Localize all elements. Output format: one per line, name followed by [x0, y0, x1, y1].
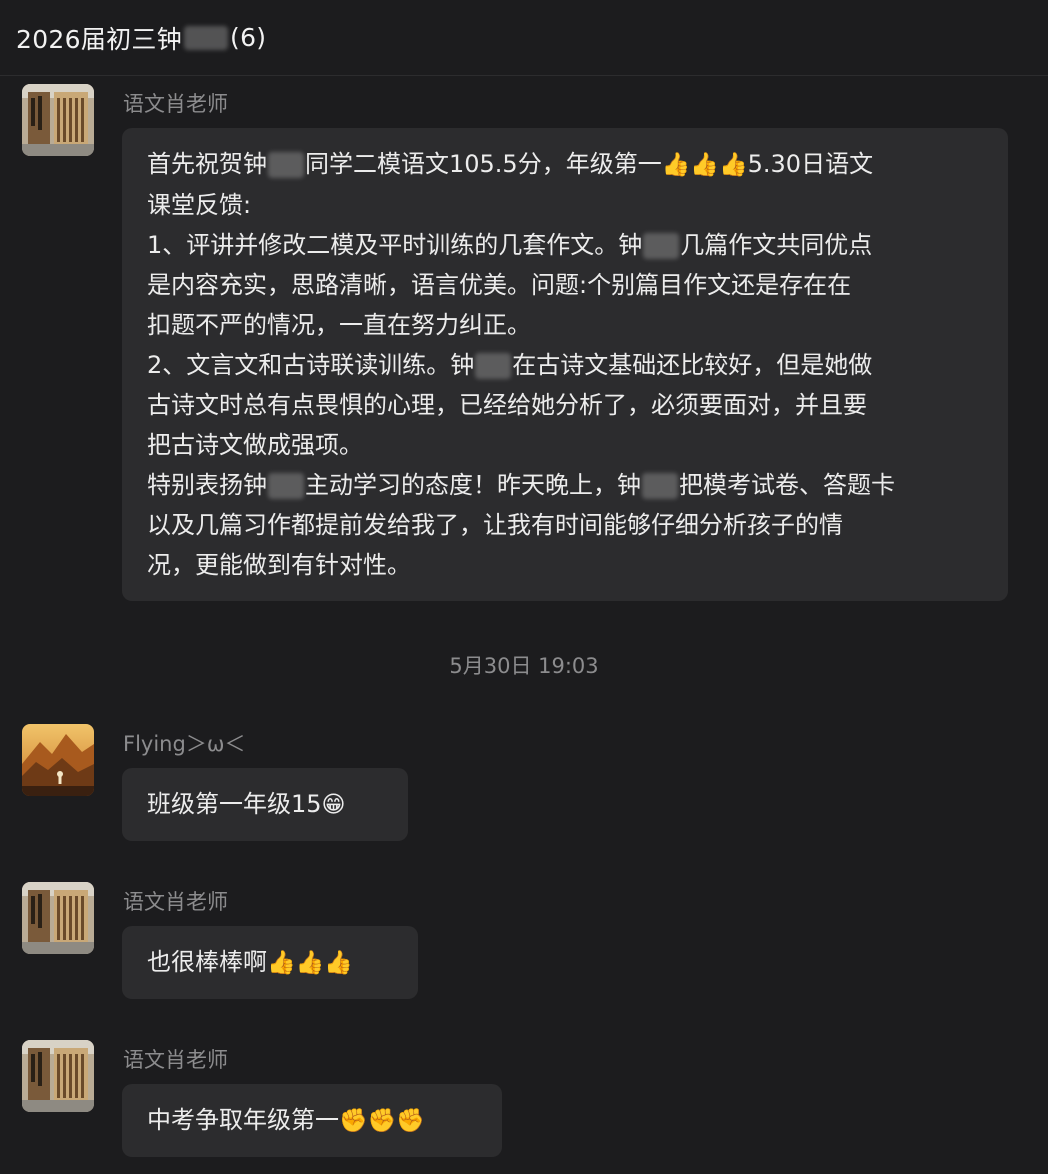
redacted-name	[184, 25, 229, 50]
message-line: 是内容充实，思路清晰，语言优美。问题:个别篇目作文还是存在在	[147, 271, 852, 299]
sender-name: 语文肖老师	[123, 92, 228, 116]
thumbs-up-emoji: 👍👍👍	[267, 950, 353, 976]
redacted-name	[268, 152, 304, 178]
avatar-teacher[interactable]	[22, 1040, 94, 1112]
message-line: 古诗文时总有点畏惧的心理，已经给她分析了，必须要面对，并且要	[147, 391, 867, 419]
text-segment: 把模考试卷、答题卡	[679, 471, 895, 499]
sender-name: 语文肖老师	[123, 1048, 228, 1072]
sender-name: Flying＞ω＜	[123, 732, 246, 756]
message-bubble[interactable]: 班级第一年级15😁	[122, 768, 408, 841]
chat-title-suffix: (6)	[230, 23, 267, 52]
avatar-teacher[interactable]	[22, 84, 94, 156]
redacted-name	[268, 473, 304, 499]
message-line: 以及几篇习作都提前发给我了，让我有时间能够仔细分析孩子的情	[147, 511, 843, 539]
raised-fist-emoji: ✊✊✊	[339, 1108, 425, 1134]
message-line: 课堂反馈:	[147, 191, 252, 219]
message-text: 班级第一年级15	[147, 790, 322, 818]
message-bubble[interactable]: 首先祝贺钟 同学二模语文105.5分，年级第一👍👍👍5.30日语文 课堂反馈: 1…	[122, 128, 1008, 601]
text-segment: 主动学习的态度！昨天晚上，钟	[305, 471, 641, 499]
text-segment: 首先祝贺钟	[147, 150, 267, 178]
message-bubble[interactable]: 中考争取年级第一✊✊✊	[122, 1084, 502, 1157]
avatar-teacher[interactable]	[22, 882, 94, 954]
timestamp-divider: 5月30日 19:03	[449, 654, 599, 678]
message-line: 2、文言文和古诗联读训练。钟 在古诗文基础还比较好，但是她做	[147, 345, 983, 385]
redacted-name	[642, 473, 678, 499]
chat-header: 2026届初三钟 (6)	[0, 0, 1048, 76]
chat-title-prefix: 2026届初三钟	[16, 24, 183, 54]
avatar-flying[interactable]	[22, 724, 94, 796]
redacted-name	[643, 233, 680, 259]
text-segment: 2、文言文和古诗联读训练。钟	[147, 351, 475, 379]
redacted-name	[475, 353, 512, 379]
thumbs-up-emoji: 👍👍👍	[661, 152, 748, 178]
text-segment: 同学二模语文105.5分，年级第一	[305, 150, 662, 178]
message-line: 1、评讲并修改二模及平时训练的几套作文。钟 几篇作文共同优点	[147, 225, 983, 265]
message-line: 况，更能做到有针对性。	[147, 551, 411, 579]
message-line: 特别表扬钟 主动学习的态度！昨天晚上，钟 把模考试卷、答题卡	[147, 465, 983, 505]
message-text: 也很棒棒啊	[147, 948, 267, 976]
message-line: 扣题不严的情况，一直在努力纠正。	[147, 311, 531, 339]
text-segment: 5.30日语文	[747, 150, 874, 178]
grin-emoji: 😁	[321, 792, 346, 818]
chat-title[interactable]: 2026届初三钟 (6)	[16, 20, 266, 56]
text-segment: 在古诗文基础还比较好，但是她做	[512, 351, 873, 379]
message-line: 把古诗文做成强项。	[147, 431, 363, 459]
text-segment: 几篇作文共同优点	[680, 231, 873, 259]
text-segment: 1、评讲并修改二模及平时训练的几套作文。钟	[147, 231, 643, 259]
message-text: 中考争取年级第一	[147, 1106, 339, 1134]
sender-name: 语文肖老师	[123, 890, 228, 914]
message-line: 首先祝贺钟 同学二模语文105.5分，年级第一👍👍👍5.30日语文	[147, 144, 983, 185]
text-segment: 特别表扬钟	[147, 471, 267, 499]
message-bubble[interactable]: 也很棒棒啊👍👍👍	[122, 926, 418, 999]
